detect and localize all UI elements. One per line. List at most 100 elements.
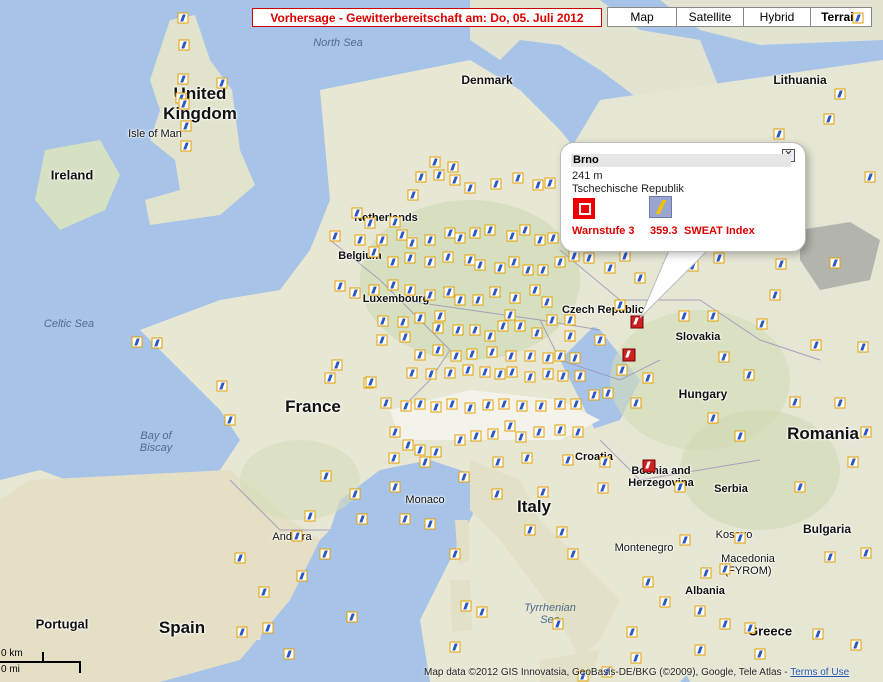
station-marker-icon[interactable] xyxy=(414,349,426,361)
station-marker-icon[interactable] xyxy=(542,368,554,380)
station-marker-icon[interactable] xyxy=(443,286,455,298)
station-marker-icon[interactable] xyxy=(404,252,416,264)
station-marker-icon[interactable] xyxy=(424,289,436,301)
station-marker-icon[interactable] xyxy=(544,177,556,189)
station-marker-icon[interactable] xyxy=(533,426,545,438)
station-marker-icon[interactable] xyxy=(568,250,580,262)
station-marker-icon[interactable] xyxy=(430,401,442,413)
station-marker-icon[interactable] xyxy=(554,424,566,436)
station-marker-icon[interactable] xyxy=(529,284,541,296)
station-marker-icon[interactable] xyxy=(773,128,785,140)
station-marker-icon[interactable] xyxy=(407,189,419,201)
station-marker-icon[interactable] xyxy=(131,336,143,348)
station-marker-icon[interactable] xyxy=(554,350,566,362)
station-marker-icon[interactable] xyxy=(642,372,654,384)
station-marker-icon[interactable] xyxy=(494,368,506,380)
station-marker-icon[interactable] xyxy=(430,446,442,458)
station-marker-icon[interactable] xyxy=(180,140,192,152)
station-marker-icon[interactable] xyxy=(177,12,189,24)
station-marker-icon[interactable] xyxy=(516,400,528,412)
station-marker-icon[interactable] xyxy=(700,567,712,579)
station-marker-icon[interactable] xyxy=(234,552,246,564)
station-marker-icon[interactable] xyxy=(707,412,719,424)
station-marker-icon[interactable] xyxy=(177,73,189,85)
station-marker-icon[interactable] xyxy=(349,287,361,299)
station-marker-icon[interactable] xyxy=(484,330,496,342)
station-marker-icon[interactable] xyxy=(509,292,521,304)
station-marker-icon[interactable] xyxy=(769,289,781,301)
station-marker-icon[interactable] xyxy=(542,352,554,364)
station-marker-icon[interactable] xyxy=(414,398,426,410)
station-marker-icon[interactable] xyxy=(570,398,582,410)
station-marker-icon[interactable] xyxy=(415,171,427,183)
station-marker-icon[interactable] xyxy=(364,217,376,229)
station-marker-icon[interactable] xyxy=(810,339,822,351)
station-marker-icon[interactable] xyxy=(331,359,343,371)
station-marker-icon[interactable] xyxy=(490,178,502,190)
station-marker-icon[interactable] xyxy=(334,280,346,292)
map-type-satellite-button[interactable]: Satellite xyxy=(676,7,744,27)
station-marker-icon[interactable] xyxy=(354,234,366,246)
station-marker-icon[interactable] xyxy=(446,398,458,410)
station-marker-icon[interactable] xyxy=(535,400,547,412)
warning-marker-icon[interactable] xyxy=(622,348,636,362)
station-marker-icon[interactable] xyxy=(454,294,466,306)
station-marker-icon[interactable] xyxy=(554,398,566,410)
station-marker-icon[interactable] xyxy=(583,252,595,264)
station-marker-icon[interactable] xyxy=(512,172,524,184)
station-marker-icon[interactable] xyxy=(659,596,671,608)
station-marker-icon[interactable] xyxy=(454,434,466,446)
station-marker-icon[interactable] xyxy=(556,526,568,538)
station-marker-icon[interactable] xyxy=(389,481,401,493)
station-marker-icon[interactable] xyxy=(569,352,581,364)
station-marker-icon[interactable] xyxy=(564,330,576,342)
station-marker-icon[interactable] xyxy=(557,370,569,382)
station-marker-icon[interactable] xyxy=(216,380,228,392)
station-marker-icon[interactable] xyxy=(850,639,862,651)
station-marker-icon[interactable] xyxy=(460,600,472,612)
station-marker-icon[interactable] xyxy=(224,414,236,426)
station-marker-icon[interactable] xyxy=(449,548,461,560)
station-marker-icon[interactable] xyxy=(454,232,466,244)
station-marker-icon[interactable] xyxy=(178,98,190,110)
station-marker-icon[interactable] xyxy=(508,256,520,268)
station-marker-icon[interactable] xyxy=(602,387,614,399)
station-marker-icon[interactable] xyxy=(497,320,509,332)
station-marker-icon[interactable] xyxy=(319,548,331,560)
station-marker-icon[interactable] xyxy=(376,234,388,246)
station-marker-icon[interactable] xyxy=(506,230,518,242)
station-marker-icon[interactable] xyxy=(492,456,504,468)
station-marker-icon[interactable] xyxy=(368,284,380,296)
station-marker-icon[interactable] xyxy=(414,312,426,324)
station-marker-icon[interactable] xyxy=(514,320,526,332)
station-marker-icon[interactable] xyxy=(424,256,436,268)
station-marker-icon[interactable] xyxy=(619,250,631,262)
terms-of-use-link[interactable]: Terms of Use xyxy=(790,667,849,678)
station-marker-icon[interactable] xyxy=(479,366,491,378)
station-marker-icon[interactable] xyxy=(216,77,228,89)
station-marker-icon[interactable] xyxy=(452,324,464,336)
station-marker-icon[interactable] xyxy=(537,486,549,498)
station-marker-icon[interactable] xyxy=(388,452,400,464)
station-marker-icon[interactable] xyxy=(397,316,409,328)
station-marker-icon[interactable] xyxy=(434,310,446,322)
station-marker-icon[interactable] xyxy=(320,470,332,482)
station-marker-icon[interactable] xyxy=(464,182,476,194)
station-marker-icon[interactable] xyxy=(474,259,486,271)
station-marker-icon[interactable] xyxy=(346,611,358,623)
station-marker-icon[interactable] xyxy=(630,397,642,409)
station-marker-icon[interactable] xyxy=(616,364,628,376)
station-marker-icon[interactable] xyxy=(236,626,248,638)
station-marker-icon[interactable] xyxy=(489,286,501,298)
station-marker-icon[interactable] xyxy=(789,396,801,408)
station-marker-icon[interactable] xyxy=(494,262,506,274)
station-marker-icon[interactable] xyxy=(262,622,274,634)
station-marker-icon[interactable] xyxy=(537,264,549,276)
station-marker-icon[interactable] xyxy=(389,216,401,228)
station-marker-icon[interactable] xyxy=(554,256,566,268)
warning-marker-icon[interactable] xyxy=(642,459,656,473)
station-marker-icon[interactable] xyxy=(449,174,461,186)
map-type-hybrid-button[interactable]: Hybrid xyxy=(743,7,811,27)
station-marker-icon[interactable] xyxy=(626,626,638,638)
station-marker-icon[interactable] xyxy=(756,318,768,330)
